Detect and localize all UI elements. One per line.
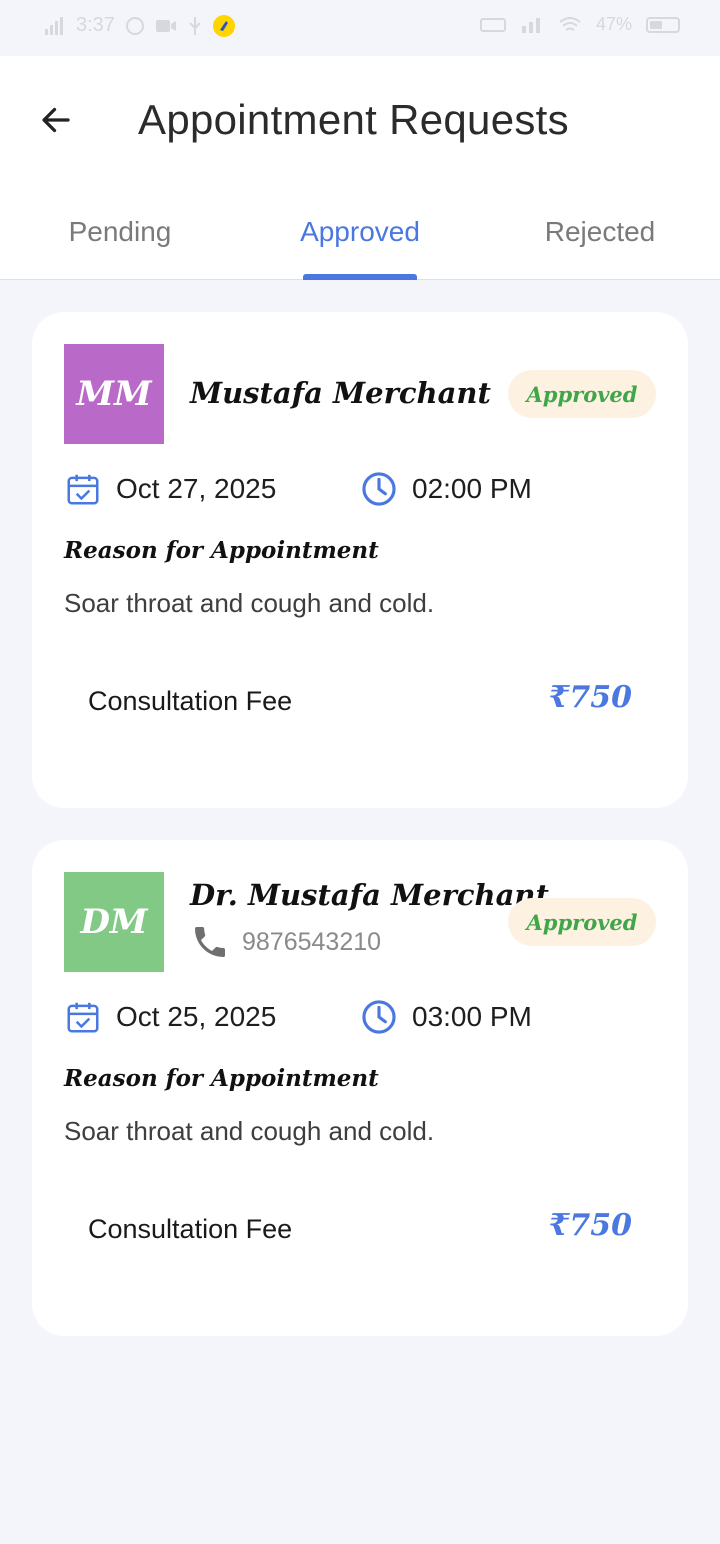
reason-label: Reason for Appointment xyxy=(64,537,379,564)
battery-percent: 47% xyxy=(595,14,632,34)
appointment-card[interactable]: DM Dr. Mustafa Merchant 9876543210 Appro… xyxy=(32,840,688,1336)
patient-name: Dr. Mustafa Merchant xyxy=(190,878,549,912)
phone-row: 9876543210 xyxy=(190,922,381,962)
clock-icon xyxy=(362,472,396,506)
calendar-icon xyxy=(67,1002,99,1033)
fee-label: Consultation Fee xyxy=(88,1214,293,1244)
page-title: Appointment Requests xyxy=(138,96,569,143)
fee-value: ₹750 xyxy=(548,1208,633,1243)
tab-rejected[interactable]: Rejected xyxy=(480,216,720,248)
fee-value: ₹750 xyxy=(548,680,633,715)
status-badge: Approved xyxy=(508,370,656,418)
status-right: 47% xyxy=(479,14,680,35)
clock-icon xyxy=(362,1000,396,1034)
battery-icon xyxy=(646,16,680,33)
phone-number: 9876543210 xyxy=(242,927,382,956)
usb-icon xyxy=(189,16,201,35)
avatar: MM xyxy=(64,344,164,444)
status-badge: Approved xyxy=(508,898,656,946)
wifi-icon xyxy=(559,16,581,31)
reason-label: Reason for Appointment xyxy=(64,1065,379,1092)
reason-text: Soar throat and cough and cold. xyxy=(64,588,435,618)
volte-icon xyxy=(479,17,506,32)
appointment-card[interactable]: MM Mustafa Merchant Approved Oct 27, 202… xyxy=(32,312,688,808)
time-item: 03:00 PM xyxy=(360,998,532,1036)
back-button[interactable] xyxy=(34,98,78,142)
tab-pending[interactable]: Pending xyxy=(0,216,240,248)
video-icon xyxy=(155,19,176,32)
tab-bar: Pending Approved Rejected xyxy=(0,196,720,280)
network-icon xyxy=(521,17,540,33)
appointment-date: Oct 25, 2025 xyxy=(116,1001,277,1032)
patient-name: Mustafa Merchant xyxy=(190,376,491,410)
tab-indicator xyxy=(303,274,417,280)
arrow-left-icon xyxy=(42,107,70,133)
status-left: 3:37 xyxy=(44,14,235,37)
signal-icon xyxy=(45,16,63,35)
reason-text: Soar throat and cough and cold. xyxy=(64,1116,435,1146)
appointment-meta: Oct 27, 2025 02:00 PM xyxy=(64,470,664,510)
phone-icon xyxy=(195,927,225,957)
app-header: Appointment Requests Pending Approved Re… xyxy=(0,56,720,280)
appointment-meta: Oct 25, 2025 03:00 PM xyxy=(64,998,664,1038)
status-time: 3:37 xyxy=(76,14,115,36)
avatar: DM xyxy=(64,872,164,972)
date-item: Oct 27, 2025 xyxy=(64,470,276,508)
calendar-icon xyxy=(67,474,99,505)
status-bar: 3:37 47% xyxy=(0,0,720,56)
appointment-time: 02:00 PM xyxy=(412,473,532,504)
appointment-time: 03:00 PM xyxy=(412,1001,532,1032)
date-item: Oct 25, 2025 xyxy=(64,998,276,1036)
appointment-date: Oct 27, 2025 xyxy=(116,473,277,504)
time-item: 02:00 PM xyxy=(360,470,532,508)
tab-approved[interactable]: Approved xyxy=(240,216,480,248)
flipkart-icon xyxy=(212,14,235,37)
fee-label: Consultation Fee xyxy=(88,686,293,716)
whatsapp-icon xyxy=(125,16,144,35)
